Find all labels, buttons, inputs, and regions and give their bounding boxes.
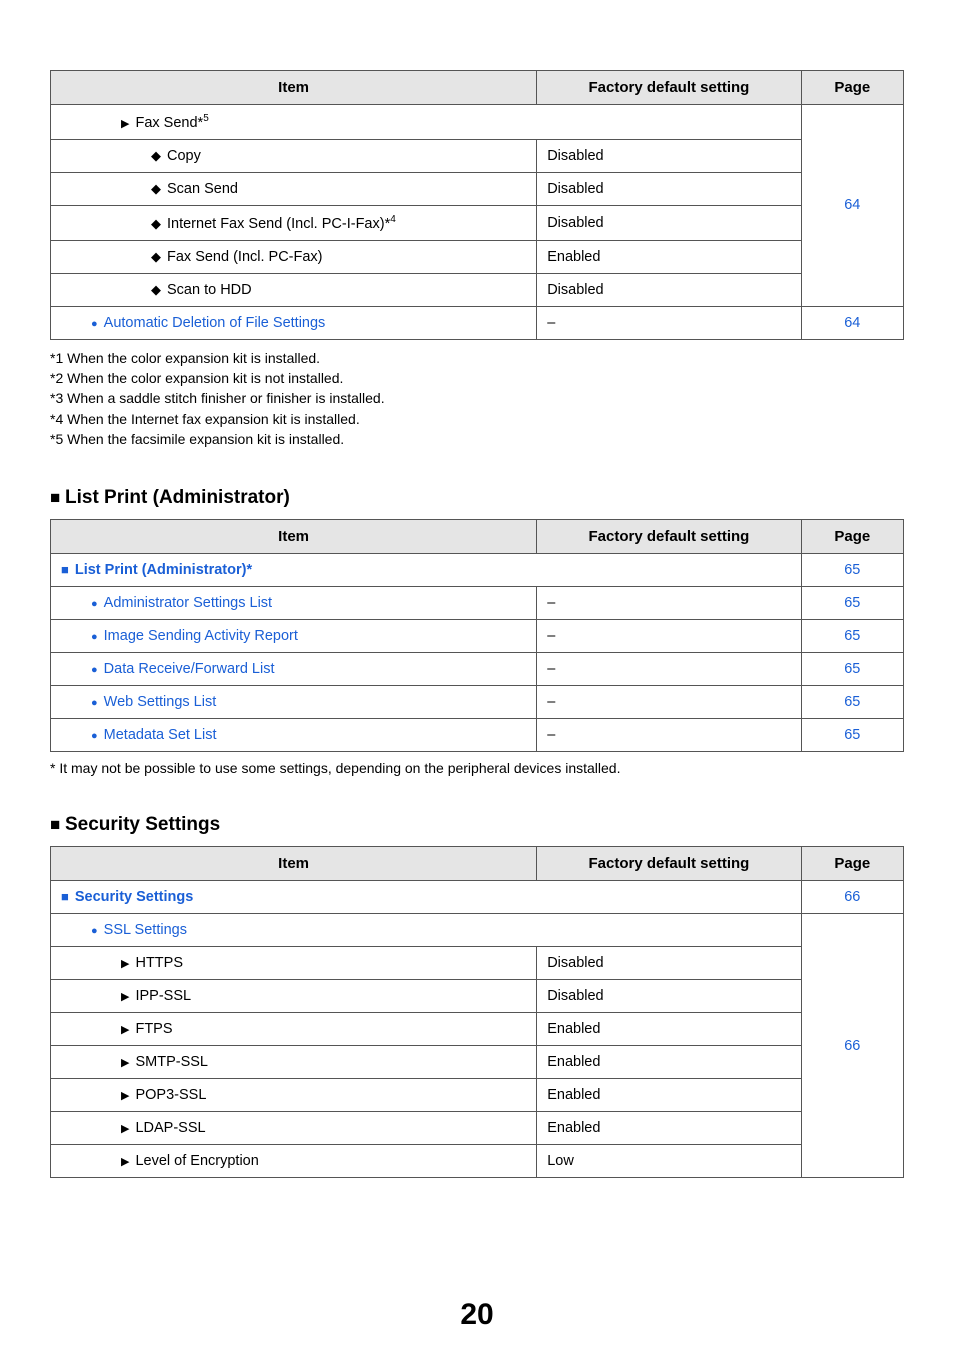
item-value: Enabled bbox=[537, 1112, 801, 1145]
footnote: *1 When the color expansion kit is insta… bbox=[50, 348, 904, 368]
item-value: – bbox=[537, 587, 801, 620]
item-link[interactable]: Web Settings List bbox=[61, 694, 216, 710]
item-value: Enabled bbox=[537, 240, 801, 273]
item-label: Internet Fax Send (Incl. PC-I-Fax)*4 bbox=[61, 216, 396, 232]
table-row: SSL Settings 66 bbox=[51, 914, 904, 947]
item-link[interactable]: Data Receive/Forward List bbox=[61, 661, 275, 677]
item-value: – bbox=[537, 719, 801, 752]
page-ref[interactable]: 65 bbox=[801, 719, 903, 752]
item-label: LDAP-SSL bbox=[61, 1120, 206, 1136]
table-row: Fax Send (Incl. PC-Fax) Enabled bbox=[51, 240, 904, 273]
item-value: Disabled bbox=[537, 947, 801, 980]
table-row: Image Sending Activity Report – 65 bbox=[51, 620, 904, 653]
table-row: Scan to HDD Disabled bbox=[51, 273, 904, 306]
table-row: Administrator Settings List – 65 bbox=[51, 587, 904, 620]
item-value: – bbox=[537, 686, 801, 719]
th-page: Page bbox=[801, 520, 903, 554]
fax-send-label: Fax Send*5 bbox=[61, 115, 209, 131]
th-page: Page bbox=[801, 71, 903, 105]
item-label: Copy bbox=[61, 148, 201, 164]
table-row: Fax Send*5 64 bbox=[51, 105, 904, 140]
item-value: Disabled bbox=[537, 172, 801, 205]
th-page: Page bbox=[801, 847, 903, 881]
footnote: *4 When the Internet fax expansion kit i… bbox=[50, 409, 904, 429]
table-row: Web Settings List – 65 bbox=[51, 686, 904, 719]
page-number: 20 bbox=[50, 1298, 904, 1332]
th-setting: Factory default setting bbox=[537, 71, 801, 105]
page-ref[interactable]: 66 bbox=[801, 881, 903, 914]
section-heading-list-print: List Print (Administrator) bbox=[50, 487, 904, 509]
table-security: Item Factory default setting Page Securi… bbox=[50, 846, 904, 1178]
th-setting: Factory default setting bbox=[537, 847, 801, 881]
page-ref[interactable]: 66 bbox=[801, 914, 903, 1178]
table-row: POP3-SSL Enabled bbox=[51, 1079, 904, 1112]
item-label: POP3-SSL bbox=[61, 1087, 206, 1103]
th-setting: Factory default setting bbox=[537, 520, 801, 554]
item-label: Level of Encryption bbox=[61, 1153, 259, 1169]
th-item: Item bbox=[51, 847, 537, 881]
page-ref[interactable]: 64 bbox=[801, 306, 903, 339]
table-row: SMTP-SSL Enabled bbox=[51, 1046, 904, 1079]
item-value: Enabled bbox=[537, 1013, 801, 1046]
footnote: * It may not be possible to use some set… bbox=[50, 760, 904, 776]
table-row: List Print (Administrator)* 65 bbox=[51, 554, 904, 587]
item-value: – bbox=[537, 653, 801, 686]
item-label: Fax Send (Incl. PC-Fax) bbox=[61, 249, 323, 265]
item-value: – bbox=[537, 620, 801, 653]
item-link[interactable]: Administrator Settings List bbox=[61, 595, 272, 611]
item-label: Scan Send bbox=[61, 181, 238, 197]
footnote: *3 When a saddle stitch finisher or fini… bbox=[50, 388, 904, 408]
security-settings-link[interactable]: Security Settings bbox=[61, 889, 193, 905]
ssl-settings-link[interactable]: SSL Settings bbox=[61, 922, 187, 938]
table-row: Data Receive/Forward List – 65 bbox=[51, 653, 904, 686]
th-item: Item bbox=[51, 520, 537, 554]
item-value: Disabled bbox=[537, 139, 801, 172]
page-ref[interactable]: 64 bbox=[801, 105, 903, 307]
table-row: LDAP-SSL Enabled bbox=[51, 1112, 904, 1145]
item-label: Scan to HDD bbox=[61, 282, 252, 298]
table-list-print: Item Factory default setting Page List P… bbox=[50, 519, 904, 752]
table-fax-send: Item Factory default setting Page Fax Se… bbox=[50, 70, 904, 340]
footnote: *2 When the color expansion kit is not i… bbox=[50, 368, 904, 388]
item-value: Enabled bbox=[537, 1046, 801, 1079]
page-ref[interactable]: 65 bbox=[801, 554, 903, 587]
item-value: Disabled bbox=[537, 273, 801, 306]
footnote: *5 When the facsimile expansion kit is i… bbox=[50, 429, 904, 449]
table-row: IPP-SSL Disabled bbox=[51, 980, 904, 1013]
item-value: Disabled bbox=[537, 980, 801, 1013]
footnotes-block: *1 When the color expansion kit is insta… bbox=[50, 348, 904, 449]
item-label: FTPS bbox=[61, 1021, 173, 1037]
page-ref[interactable]: 65 bbox=[801, 653, 903, 686]
item-value: Low bbox=[537, 1145, 801, 1178]
th-item: Item bbox=[51, 71, 537, 105]
item-label: HTTPS bbox=[61, 955, 183, 971]
page-ref[interactable]: 65 bbox=[801, 587, 903, 620]
table-row: Security Settings 66 bbox=[51, 881, 904, 914]
table-row: Internet Fax Send (Incl. PC-I-Fax)*4 Dis… bbox=[51, 205, 904, 240]
list-print-admin-link[interactable]: List Print (Administrator)* bbox=[61, 562, 252, 578]
auto-deletion-link[interactable]: Automatic Deletion of File Settings bbox=[61, 315, 325, 331]
item-label: IPP-SSL bbox=[61, 988, 191, 1004]
item-value: Disabled bbox=[537, 205, 801, 240]
table-row: Scan Send Disabled bbox=[51, 172, 904, 205]
item-link[interactable]: Metadata Set List bbox=[61, 727, 217, 743]
section-heading-security: Security Settings bbox=[50, 814, 904, 836]
table-row: FTPS Enabled bbox=[51, 1013, 904, 1046]
page-ref[interactable]: 65 bbox=[801, 686, 903, 719]
table-row: Copy Disabled bbox=[51, 139, 904, 172]
table-row: HTTPS Disabled bbox=[51, 947, 904, 980]
table-row: Level of Encryption Low bbox=[51, 1145, 904, 1178]
item-value: Enabled bbox=[537, 1079, 801, 1112]
page-ref[interactable]: 65 bbox=[801, 620, 903, 653]
item-value: – bbox=[537, 306, 801, 339]
item-link[interactable]: Image Sending Activity Report bbox=[61, 628, 298, 644]
table-row: Automatic Deletion of File Settings – 64 bbox=[51, 306, 904, 339]
table-row: Metadata Set List – 65 bbox=[51, 719, 904, 752]
item-label: SMTP-SSL bbox=[61, 1054, 208, 1070]
